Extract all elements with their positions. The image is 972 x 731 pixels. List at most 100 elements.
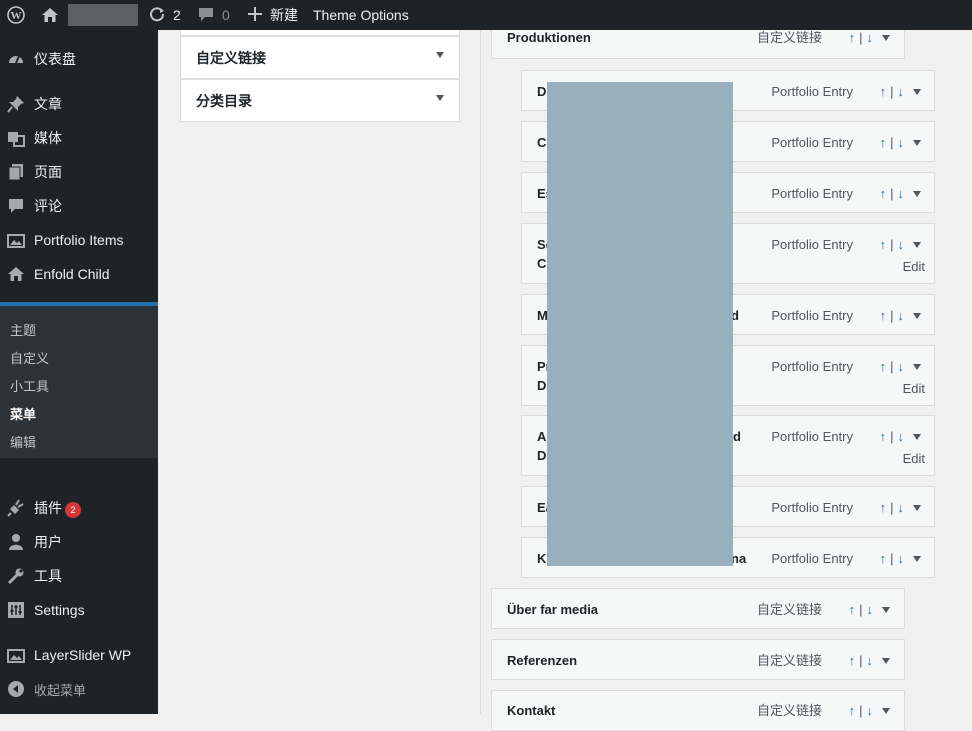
submenu-menus[interactable]: 菜单	[10, 404, 36, 423]
move-down-icon[interactable]: ↓	[898, 500, 905, 515]
move-up-icon[interactable]: ↑	[849, 602, 856, 617]
move-down-icon[interactable]: ↓	[898, 186, 905, 201]
submenu-themes[interactable]: 主题	[10, 320, 36, 339]
move-down-icon[interactable]: ↓	[898, 551, 905, 566]
move-up-icon[interactable]: ↑	[880, 186, 887, 201]
menu-comments[interactable]: 评论	[0, 189, 158, 223]
edit-link[interactable]: Edit	[903, 381, 925, 396]
page-icon	[7, 163, 25, 181]
move-down-icon[interactable]: ↓	[898, 308, 905, 323]
move-up-icon[interactable]: ↑	[880, 135, 887, 150]
menu-label: 插件 2	[34, 498, 81, 518]
chevron-down-icon[interactable]	[913, 434, 921, 440]
menu-media[interactable]: 媒体	[0, 121, 158, 155]
move-up-icon[interactable]: ↑	[880, 237, 887, 252]
menu-item-title: C	[537, 135, 547, 150]
menu-label: Settings	[34, 602, 85, 618]
chevron-down-icon[interactable]	[913, 191, 921, 197]
chevron-down-icon[interactable]	[882, 658, 890, 664]
wordpress-logo-icon[interactable]: W	[7, 0, 25, 30]
submenu-widgets[interactable]: 小工具	[10, 376, 49, 395]
site-name-redacted[interactable]	[68, 0, 138, 30]
plugins-update-badge: 2	[65, 502, 81, 518]
menu-item-type: Portfolio Entry	[771, 237, 853, 252]
move-up-icon[interactable]: ↑	[880, 551, 887, 566]
chevron-down-icon[interactable]	[913, 313, 921, 319]
menu-item-uber[interactable]: Über far media 自定义链接 ↑ | ↓	[491, 588, 905, 629]
settings-icon	[7, 601, 25, 619]
menu-enfold-child[interactable]: Enfold Child	[0, 257, 158, 291]
move-down-icon[interactable]: ↓	[867, 703, 874, 718]
chevron-down-icon[interactable]	[882, 607, 890, 613]
menu-layerslider[interactable]: LayerSlider WP	[0, 638, 158, 672]
edit-link[interactable]: Edit	[903, 451, 925, 466]
menu-item-title-line2: C	[537, 256, 547, 271]
menu-pages[interactable]: 页面	[0, 155, 158, 189]
chevron-down-icon[interactable]	[913, 505, 921, 511]
menu-plugins[interactable]: 插件 2	[0, 491, 158, 525]
move-separator: |	[890, 84, 894, 99]
menu-posts[interactable]: 文章	[0, 87, 158, 121]
menu-tools[interactable]: 工具	[0, 559, 158, 593]
move-down-icon[interactable]: ↓	[867, 30, 874, 45]
menu-portfolio-items[interactable]: Portfolio Items	[0, 223, 158, 257]
updates-icon	[148, 5, 166, 26]
theme-options-link[interactable]: Theme Options	[313, 0, 409, 30]
move-down-icon[interactable]: ↓	[898, 84, 905, 99]
submenu-editor[interactable]: 编辑	[10, 432, 36, 451]
chevron-down-icon[interactable]	[913, 242, 921, 248]
menu-item-title: Produktionen	[507, 30, 591, 45]
edit-link[interactable]: Edit	[903, 259, 925, 274]
move-controls: ↑ | ↓	[880, 133, 904, 153]
move-controls: ↑ | ↓	[849, 701, 873, 721]
new-content-link[interactable]: 新建	[248, 0, 298, 30]
chevron-down-icon[interactable]	[882, 35, 890, 41]
chevron-down-icon[interactable]	[913, 364, 921, 370]
move-down-icon[interactable]: ↓	[898, 429, 905, 444]
chevron-down-icon[interactable]	[882, 708, 890, 714]
menu-label: 文章	[34, 96, 62, 112]
updates-link[interactable]: 2	[148, 0, 181, 30]
move-up-icon[interactable]: ↑	[849, 703, 856, 718]
comment-icon	[7, 197, 25, 215]
move-down-icon[interactable]: ↓	[867, 602, 874, 617]
chevron-down-icon[interactable]	[913, 556, 921, 562]
menu-item-referenzen[interactable]: Referenzen 自定义链接 ↑ | ↓	[491, 639, 905, 680]
layerslider-icon	[7, 646, 25, 664]
move-up-icon[interactable]: ↑	[880, 308, 887, 323]
move-down-icon[interactable]: ↓	[898, 359, 905, 374]
menu-settings[interactable]: Settings	[0, 593, 158, 627]
site-home-icon[interactable]	[41, 0, 59, 30]
submenu-customize[interactable]: 自定义	[10, 348, 49, 367]
move-up-icon[interactable]: ↑	[849, 653, 856, 668]
move-controls: ↑ | ↓	[880, 184, 904, 204]
move-down-icon[interactable]: ↓	[898, 237, 905, 252]
pin-icon	[7, 95, 25, 113]
comments-link[interactable]: 0	[198, 0, 230, 30]
move-up-icon[interactable]: ↑	[880, 84, 887, 99]
menu-item-title-end: d	[733, 429, 741, 444]
move-controls: ↑ | ↓	[880, 498, 904, 518]
move-separator: |	[890, 551, 894, 566]
menu-users[interactable]: 用户	[0, 525, 158, 559]
menu-label: 媒体	[34, 130, 62, 146]
menu-item-type: Portfolio Entry	[771, 186, 853, 201]
menu-item-kontakt[interactable]: Kontakt 自定义链接 ↑ | ↓	[491, 690, 905, 731]
categories-panel[interactable]: 分类目录	[180, 79, 460, 122]
move-up-icon[interactable]: ↑	[880, 500, 887, 515]
chevron-down-icon	[436, 52, 444, 58]
custom-links-panel[interactable]: 自定义链接	[180, 36, 460, 79]
move-controls: ↑ | ↓	[880, 235, 904, 255]
move-up-icon[interactable]: ↑	[849, 30, 856, 45]
comments-count: 0	[222, 7, 230, 23]
menu-dashboard[interactable]: 仪表盘	[0, 42, 158, 76]
home-icon	[7, 265, 25, 283]
move-up-icon[interactable]: ↑	[880, 359, 887, 374]
move-down-icon[interactable]: ↓	[867, 653, 874, 668]
menu-item-type: Portfolio Entry	[771, 429, 853, 444]
chevron-down-icon[interactable]	[913, 140, 921, 146]
chevron-down-icon[interactable]	[913, 89, 921, 95]
move-up-icon[interactable]: ↑	[880, 429, 887, 444]
move-down-icon[interactable]: ↓	[898, 135, 905, 150]
collapse-menu-button[interactable]: 收起菜单	[0, 672, 158, 706]
